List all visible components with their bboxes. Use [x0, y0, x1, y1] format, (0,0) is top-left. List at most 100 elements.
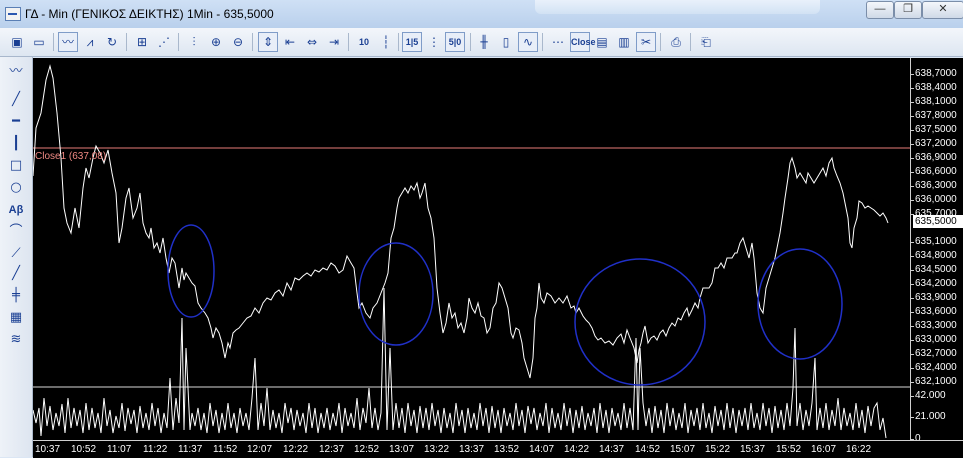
title-bar: ΓΔ - Min (ΓΕΝΙΚΟΣ ΔΕΙΚΤΗΣ) 1Min - 635,50… [0, 0, 963, 28]
y-tick-label: 638,7000 [911, 68, 957, 79]
y-tick-label: 632,7000 [911, 348, 957, 359]
scroll-both-icon[interactable]: ⇔ [302, 32, 322, 52]
toolbar-separator [348, 33, 349, 51]
y-tick-label: 637,2000 [911, 138, 957, 149]
volume-tick-label: 42.000 [911, 390, 946, 401]
y-tick-label: 635,1000 [911, 236, 957, 247]
x-tick-label: 16:07 [811, 444, 837, 455]
compress-icon[interactable]: ⇕ [258, 32, 278, 52]
trendline-tool-icon[interactable]: ╱ [6, 91, 26, 109]
x-tick-label: 15:37 [740, 444, 766, 455]
x-tick-label: 11:37 [178, 444, 203, 455]
zoom-in-icon[interactable]: ⊕ [206, 32, 226, 52]
arc-tool-icon[interactable]: ⌒ [6, 223, 26, 241]
toolbar-separator [398, 33, 399, 51]
y-tick-label: 633,0000 [911, 334, 957, 345]
y-tick-label: 638,4000 [911, 82, 957, 93]
minimize-button[interactable]: — [866, 1, 894, 19]
chart-canvas [33, 64, 910, 439]
y-tick-label: 632,1000 [911, 376, 957, 387]
line-tool-icon[interactable]: ╱ [6, 265, 26, 283]
x-tick-label: 13:37 [459, 444, 485, 455]
fan-tool-icon[interactable]: ⟋ [6, 245, 26, 263]
channel-tool-icon[interactable]: ╪ [6, 287, 26, 305]
y-tick-label: 634,5000 [911, 264, 957, 275]
y-tick-label: 633,9000 [911, 292, 957, 303]
horizontal-line-tool-icon[interactable]: ━ [6, 113, 26, 131]
price-chart[interactable]: Close1 (637,08) [33, 58, 910, 440]
current-price-marker: 635,5000 [913, 215, 963, 228]
line-chart-icon[interactable]: 〰 [58, 32, 78, 52]
ruler-icon[interactable]: ┆ [376, 32, 396, 52]
rectangle-tool-icon[interactable]: □ [6, 157, 26, 175]
zoom-out-icon[interactable]: ⊖ [228, 32, 248, 52]
time-axis[interactable]: 10:37 10:52 11:07 11:22 11:37 11:52 12:0… [33, 440, 963, 458]
x-tick-label: 12:37 [319, 444, 345, 455]
layout-icon[interactable]: ▥ [614, 32, 634, 52]
x-tick-label: 16:22 [846, 444, 872, 455]
close-price-button[interactable]: Close [570, 32, 596, 52]
toolbar-separator [542, 33, 543, 51]
background-window-edge [535, 0, 820, 14]
window-icon[interactable]: ▭ [29, 32, 49, 52]
x-tick-label: 15:22 [705, 444, 731, 455]
x-tick-label: 11:52 [213, 444, 238, 455]
close-button[interactable]: ✕ [922, 1, 963, 19]
scroll-end-icon[interactable]: ⇥ [324, 32, 344, 52]
vertical-line-tool-icon[interactable]: ┃ [6, 135, 26, 153]
trend-icon[interactable]: ⋰ [154, 32, 174, 52]
toolbar-separator [126, 33, 127, 51]
toolbar-separator [252, 33, 253, 51]
x-tick-label: 10:52 [71, 444, 97, 455]
grid-icon[interactable]: ⋮ [424, 32, 444, 52]
toolbar-separator [660, 33, 661, 51]
annotation-circle [358, 242, 434, 346]
drawing-toolbar: 〰 ╱ ━ ┃ □ ○ Aβ ⌒ ⟋ ╱ ╪ ▦ ≋ [0, 57, 33, 457]
ellipse-tool-icon[interactable]: ○ [6, 179, 26, 197]
indicator-icon[interactable]: ⊞ [132, 32, 152, 52]
line-style-icon[interactable]: ∿ [518, 32, 538, 52]
volume-icon[interactable]: ⫶ [184, 32, 204, 52]
refresh-icon[interactable]: ↻ [102, 32, 122, 52]
price-axis[interactable]: 638,7000 638,4000 638,1000 637,8000 637,… [910, 58, 963, 444]
candlestick-icon[interactable]: ▯ [496, 32, 516, 52]
x-tick-label: 10:37 [35, 444, 61, 455]
x-tick-label: 14:37 [599, 444, 625, 455]
annotation-circle [757, 248, 843, 360]
values-icon[interactable]: 1|5 [402, 32, 422, 52]
fibonacci-tool-icon[interactable]: ▦ [6, 309, 26, 327]
x-tick-label: 14:22 [564, 444, 590, 455]
ohlc-icon[interactable]: ╫ [474, 32, 494, 52]
x-tick-label: 12:52 [354, 444, 380, 455]
y-tick-label: 636,9000 [911, 152, 957, 163]
y-tick-label: 637,5000 [911, 124, 957, 135]
y-tick-label: 636,6000 [911, 166, 957, 177]
y-tick-label: 633,6000 [911, 306, 957, 317]
x-tick-label: 13:52 [494, 444, 520, 455]
numeric-scale-icon[interactable]: 10 [354, 32, 374, 52]
x-tick-label: 12:07 [247, 444, 273, 455]
export-icon[interactable]: ⎙ [666, 32, 686, 52]
toolbar-separator [470, 33, 471, 51]
window-title: ΓΔ - Min (ΓΕΝΙΚΟΣ ΔΕΙΚΤΗΣ) 1Min - 635,50… [25, 7, 274, 21]
save-icon[interactable]: ▣ [7, 32, 27, 52]
gann-tool-icon[interactable]: ≋ [6, 331, 26, 349]
x-tick-label: 13:22 [424, 444, 450, 455]
x-tick-label: 15:07 [670, 444, 696, 455]
reference-line-label: Close1 (637,08) [35, 151, 107, 162]
y-tick-label: 634,2000 [911, 278, 957, 289]
toolbar-separator [690, 33, 691, 51]
bar-chart-icon[interactable]: ⩘ [80, 32, 100, 52]
y-tick-label: 633,3000 [911, 320, 957, 331]
x-tick-label: 14:07 [529, 444, 555, 455]
tools-icon[interactable]: ✂ [636, 32, 656, 52]
scroll-start-icon[interactable]: ⇤ [280, 32, 300, 52]
restore-button[interactable]: ❐ [894, 1, 922, 19]
x-tick-label: 14:52 [635, 444, 661, 455]
panel-icon[interactable]: ▤ [592, 32, 612, 52]
print-icon[interactable]: ⎗ [696, 32, 716, 52]
points-icon[interactable]: ⋯ [548, 32, 568, 52]
text-tool-icon[interactable]: Aβ [6, 201, 26, 219]
decimals-icon[interactable]: 5|0 [445, 32, 465, 52]
chart-type-icon[interactable]: 〰 [6, 63, 26, 81]
